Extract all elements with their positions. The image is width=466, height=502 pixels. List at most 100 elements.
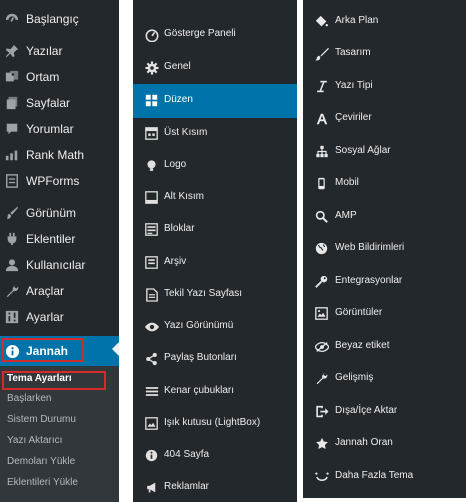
panel-item-white-label[interactable]: Beyaz etiket <box>303 331 466 363</box>
panel-item-more-themes[interactable]: Daha Fazla Tema <box>303 461 466 493</box>
menu-item-tools[interactable]: Araçlar <box>0 278 119 304</box>
media-icon <box>4 69 20 85</box>
panel-item-ads[interactable]: Reklamlar <box>133 471 297 502</box>
admin-sidebar: Başlangıç Yazılar Ortam Sayfalar Yorumla… <box>0 0 119 502</box>
menu-item-label: Yazılar <box>26 44 63 58</box>
megaphone-icon <box>144 480 159 495</box>
letter-a-icon <box>314 111 329 126</box>
dashboard-icon <box>4 11 20 27</box>
panel-item-share-buttons[interactable]: Paylaş Butonları <box>133 342 297 376</box>
panel-item-integrations[interactable]: Entegrasyonlar <box>303 266 466 298</box>
appearance-icon <box>4 205 20 221</box>
gear-icon <box>144 60 159 75</box>
panel-item-sidebars[interactable]: Kenar çubukları <box>133 375 297 409</box>
panel-item-label: AMP <box>335 210 357 221</box>
panel-item-social-networks[interactable]: Sosyal Ağlar <box>303 136 466 168</box>
panel-item-single-post[interactable]: Tekil Yazı Sayfası <box>133 278 297 312</box>
panel-item-label: Tasarım <box>335 47 371 58</box>
eye-icon <box>144 319 159 334</box>
menu-item-appearance[interactable]: Görünüm <box>0 200 119 226</box>
panel-item-label: Arşiv <box>164 256 187 267</box>
panel-item-label: Sosyal Ağlar <box>335 145 391 156</box>
panel-item-advanced[interactable]: Gelişmiş <box>303 363 466 395</box>
menu-item-users[interactable]: Kullanıcılar <box>0 252 119 278</box>
panel-item-header[interactable]: Üst Kısım <box>133 117 297 151</box>
lightbox-icon <box>144 416 159 431</box>
smile-icon <box>314 469 329 484</box>
panel-item-general[interactable]: Genel <box>133 51 297 85</box>
panel-item-background[interactable]: Arka Plan <box>303 6 466 38</box>
submenu-item-post-importer[interactable]: Yazı Aktarıcı <box>7 435 62 446</box>
panel-item-jannah-rate[interactable]: Jannah Oran <box>303 428 466 460</box>
menu-item-media[interactable]: Ortam <box>0 64 119 90</box>
panel-item-label: Düzen <box>164 94 193 105</box>
menu-item-label: Yorumlar <box>26 122 74 136</box>
panel-item-logo[interactable]: Logo <box>133 149 297 183</box>
panel-item-design[interactable]: Tasarım <box>303 38 466 70</box>
pages-icon <box>4 95 20 111</box>
settings-icon <box>4 309 20 325</box>
theme-panel-left-menu: Gösterge Paneli Genel Düzen Üst Kısım Lo… <box>133 0 297 502</box>
panel-item-404-page[interactable]: 404 Sayfa <box>133 439 297 473</box>
panel-item-blocks[interactable]: Bloklar <box>133 213 297 247</box>
panel-item-web-notifications[interactable]: Web Bildirimleri <box>303 233 466 265</box>
menu-item-settings[interactable]: Ayarlar <box>0 304 119 330</box>
menu-item-pages[interactable]: Sayfalar <box>0 90 119 116</box>
brush-icon <box>314 46 329 61</box>
share-icon <box>144 351 159 366</box>
submenu-item-system-status[interactable]: Sistem Durumu <box>7 414 76 425</box>
submenu-item-install-plugins[interactable]: Eklentileri Yükle <box>7 477 78 488</box>
panel-item-label: Web Bildirimleri <box>335 242 405 253</box>
panel-item-label: Gösterge Paneli <box>164 28 236 39</box>
panel-item-export-import[interactable]: Dışa/İçe Aktar <box>303 396 466 428</box>
panel-item-images[interactable]: Görüntüler <box>303 298 466 330</box>
menu-item-label: Görünüm <box>26 206 77 220</box>
menu-item-label: Araçlar <box>26 284 65 298</box>
menu-item-rank-math[interactable]: Rank Math <box>0 142 119 168</box>
comments-icon <box>4 121 20 137</box>
panel-item-translations[interactable]: Çeviriler <box>303 103 466 135</box>
footer-icon <box>144 190 159 205</box>
highlight-box-theme-settings <box>2 371 106 390</box>
italic-icon <box>314 79 329 94</box>
panel-item-mobile[interactable]: Mobil <box>303 168 466 200</box>
panel-item-label: Alt Kısım <box>164 191 205 202</box>
panel-item-label: Bloklar <box>164 223 195 234</box>
panel-item-post-view[interactable]: Yazı Görünümü <box>133 310 297 344</box>
blocks-icon <box>144 222 159 237</box>
panel-item-typography[interactable]: Yazı Tipi <box>303 71 466 103</box>
panel-item-label: Logo <box>164 159 187 170</box>
panel-item-label: Genel <box>164 61 191 72</box>
panel-item-label: Kenar çubukları <box>164 385 235 396</box>
info-circle-icon <box>144 448 159 463</box>
menu-item-wpforms[interactable]: WPForms <box>0 168 119 194</box>
panel-item-amp[interactable]: AMP <box>303 201 466 233</box>
menu-item-plugins[interactable]: Eklentiler <box>0 226 119 252</box>
panel-item-label: Beyaz etiket <box>335 340 390 351</box>
menu-item-posts[interactable]: Yazılar <box>0 38 119 64</box>
panel-item-lightbox[interactable]: Işık kutusu (LightBox) <box>133 407 297 441</box>
panel-item-label: Paylaş Butonları <box>164 352 237 363</box>
panel-item-footer[interactable]: Alt Kısım <box>133 181 297 215</box>
panel-item-dashboard[interactable]: Gösterge Paneli <box>133 18 297 52</box>
panel-item-layout[interactable]: Düzen <box>133 84 297 118</box>
panel-item-archive[interactable]: Arşiv <box>133 246 297 280</box>
eye-slash-icon <box>314 339 329 354</box>
sitemap-icon <box>314 144 329 159</box>
submenu-item-getting-started[interactable]: Başlarken <box>7 393 51 404</box>
paint-bucket-icon <box>314 14 329 29</box>
menu-item-label: Sayfalar <box>26 96 71 110</box>
panel-item-label: Görüntüler <box>335 307 383 318</box>
menu-item-comments[interactable]: Yorumlar <box>0 116 119 142</box>
export-icon <box>314 404 329 419</box>
panel-item-label: Daha Fazla Tema <box>335 470 414 481</box>
menu-item-dashboard[interactable]: Başlangıç <box>0 6 119 32</box>
star-icon <box>314 436 329 451</box>
menu-item-label: Ortam <box>26 70 60 84</box>
menu-item-label: Kullanıcılar <box>26 258 86 272</box>
key-icon <box>314 274 329 289</box>
submenu-item-install-demos[interactable]: Demoları Yükle <box>7 456 75 467</box>
header-icon <box>144 126 159 141</box>
tools-icon <box>4 283 20 299</box>
sidebars-icon <box>144 384 159 399</box>
